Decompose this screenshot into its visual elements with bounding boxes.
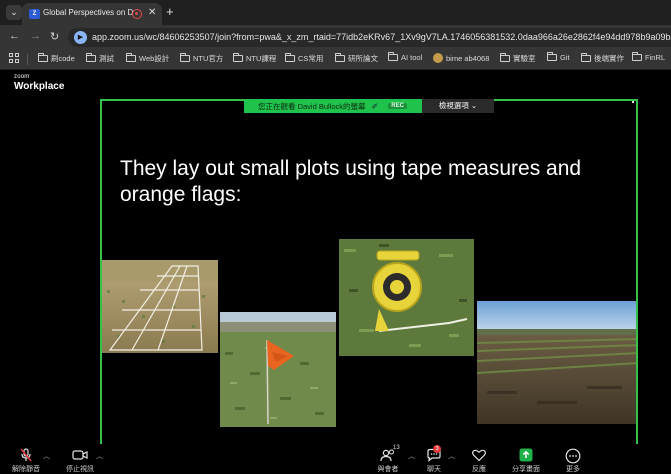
folder-icon [547,52,557,61]
bookmark-item[interactable]: NTU官方 [180,53,223,64]
photo-plot-grid [102,260,218,353]
folder-icon [180,53,190,62]
back-arrow-icon[interactable]: ← [9,30,20,42]
bookmark-item[interactable]: 研所論文 [335,53,378,64]
folder-icon [500,53,510,62]
bookmark-item[interactable]: 實驗室 [500,53,536,64]
microphone-muted-icon [20,448,32,462]
photo-orange-flag [220,312,336,427]
zoom-meeting-window: zoom Workplace 您正在觀看 David Bullock的螢幕 ✐ … [0,70,671,473]
unmute-button[interactable]: 解除靜音 [12,448,40,473]
bookmark-item[interactable]: 刷code [38,53,75,64]
browser-tab-zoom[interactable]: Z Global Perspectives on Di ✕ [22,3,162,25]
heart-icon [472,449,486,462]
bookmark-item[interactable]: bime ab4068 [433,53,489,63]
url-text[interactable]: app.zoom.us/wc/84606253507/join?from=pwa… [92,32,671,42]
folder-icon [388,52,398,61]
folder-icon [126,53,136,62]
zoom-favicon-icon: Z [29,9,40,19]
chat-options-chevron-up-icon[interactable]: ︿ [448,451,455,461]
audio-options-chevron-up-icon[interactable]: ︿ [43,451,50,461]
share-screen-button[interactable]: 分享畫面 [512,448,540,473]
recording-indicator-icon [132,9,142,19]
slide-title: They lay out small plots using tape meas… [120,157,582,206]
avatar-icon [433,53,443,63]
reload-icon[interactable]: ↻ [50,30,59,43]
viewing-screen-banner: 您正在觀看 David Bullock的螢幕 ✐ REC [244,99,422,113]
view-options-button[interactable]: 檢視選項 ⌄ [422,99,494,113]
apps-grid-icon[interactable] [9,53,19,63]
share-screen-icon [519,448,533,462]
url-field[interactable]: ▶ app.zoom.us/wc/84606253507/join?from=p… [68,28,671,47]
bookmark-item[interactable]: Git [547,52,570,62]
stop-video-button[interactable]: 停止視訊 [66,448,94,473]
shared-screen: They lay out small plots using tape meas… [100,99,638,447]
tab-search-chevron-down-icon[interactable]: ⌄ [6,5,22,20]
folder-icon [285,53,295,62]
more-button[interactable]: 更多 [561,448,585,473]
photo-tape-measure [339,239,474,356]
meeting-toolbar: 解除靜音 ︿ 停止視訊 ︿ 13 與會者 ︿ 3 聊天 ︿ 反應 分享畫面 更多 [0,444,671,473]
bookmark-item[interactable]: FinRL [632,52,665,62]
bookmark-item[interactable]: 測試 [86,53,114,64]
forward-arrow-icon[interactable]: → [30,30,41,42]
folder-icon [38,53,48,62]
address-bar: ← → ↻ ▶ app.zoom.us/wc/84606253507/join?… [0,25,671,49]
video-options-chevron-up-icon[interactable]: ︿ [96,451,103,461]
zoom-logo: zoom Workplace [14,74,65,92]
browser-tab-bar: ⌄ Z Global Perspectives on Di ✕ + [0,0,671,25]
chat-button[interactable]: 3 聊天 [422,445,446,473]
rec-badge: REC [388,103,407,109]
folder-icon [335,53,345,62]
more-dots-icon [565,448,581,464]
tab-title: Global Perspectives on Di [43,8,133,17]
participants-button[interactable]: 13 與會者 [376,445,400,473]
site-info-icon[interactable]: ▶ [74,31,87,44]
participants-options-chevron-up-icon[interactable]: ︿ [408,451,415,461]
bookmark-item[interactable]: 後端實作 [581,53,624,64]
photo-field-landscape [477,301,636,424]
folder-icon [233,53,243,62]
video-camera-icon [72,450,88,460]
folder-icon [581,53,591,62]
participants-count: 13 [393,445,400,451]
bookmark-item[interactable]: NTU課程 [233,53,276,64]
new-tab-button[interactable]: + [166,4,174,19]
folder-icon [86,53,96,62]
bookmark-item[interactable]: AI tool [388,52,422,62]
pin-icon[interactable]: ✐ [372,102,379,111]
reactions-button[interactable]: 反應 [467,448,491,473]
chat-unread-badge: 3 [433,445,441,453]
bookmarks-bar: 刷code 測試 Web設計 NTU官方 NTU課程 CS常用 研所論文 AI … [0,49,671,70]
folder-icon [632,52,642,61]
bookmark-item[interactable]: Web設計 [126,53,169,64]
bookmarks-divider [27,54,28,65]
bookmark-item[interactable]: CS常用 [285,53,323,64]
close-tab-icon[interactable]: ✕ [148,7,156,18]
corner-dot-icon [632,101,634,103]
